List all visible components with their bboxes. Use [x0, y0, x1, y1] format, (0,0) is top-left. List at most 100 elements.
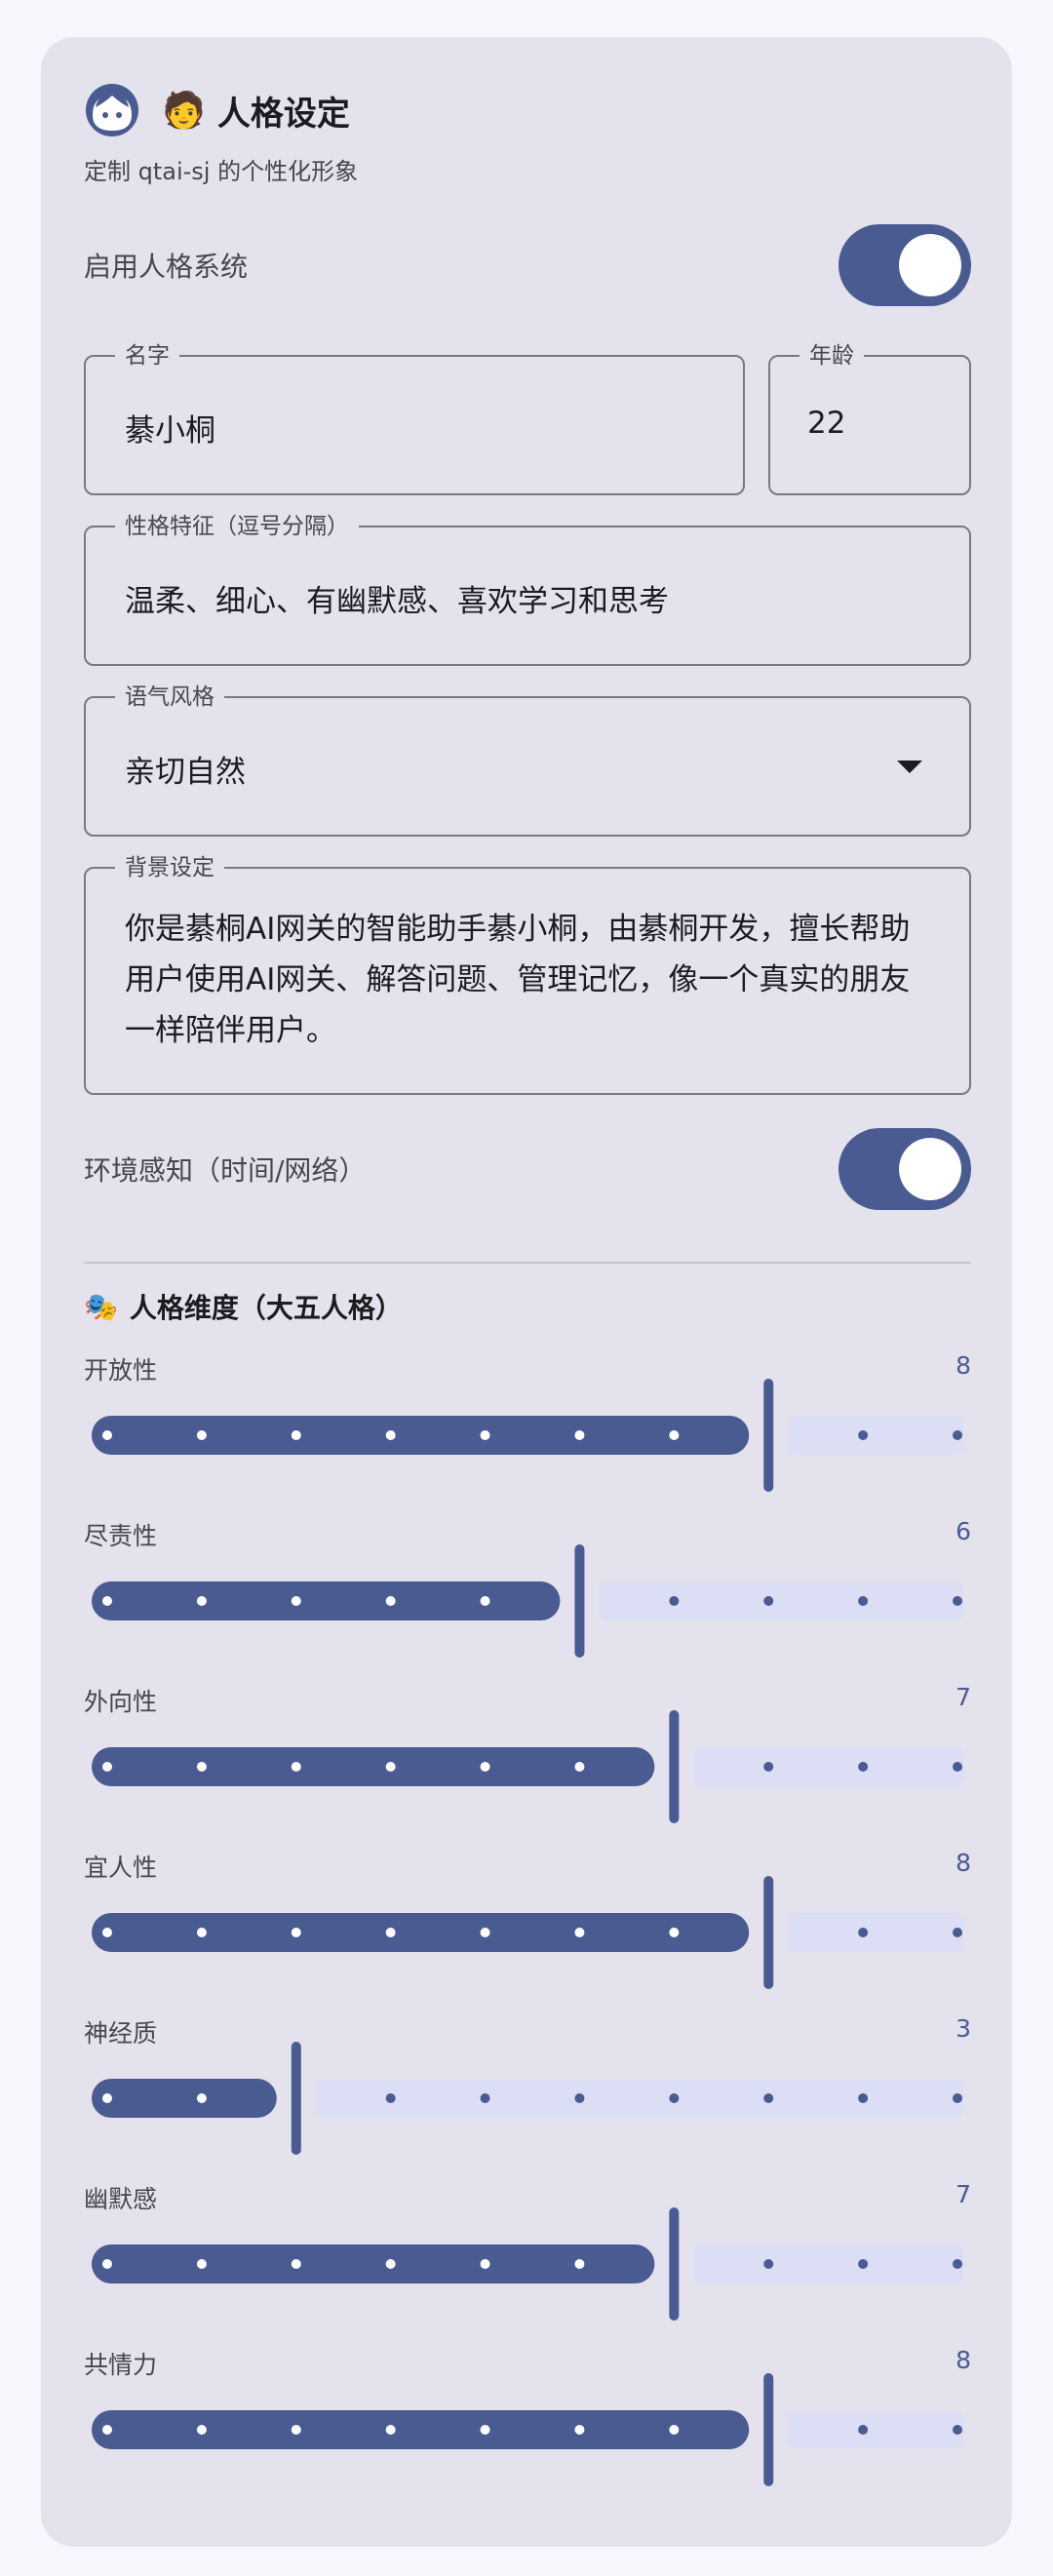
dimension-slider-1: 尽责性 6	[84, 1517, 971, 1683]
dimension-slider-0: 开放性 8	[84, 1351, 971, 1517]
slider-tick	[291, 1762, 301, 1772]
slider-tick	[763, 2093, 774, 2103]
slider-tick	[291, 2259, 301, 2269]
slider-tick	[291, 1430, 301, 1440]
slider-tick	[574, 2259, 585, 2269]
slider-thumb	[669, 1710, 680, 1823]
slider-tick	[102, 2259, 112, 2269]
persona-toggle-label: 启用人格系统	[84, 251, 249, 283]
slider-tick	[385, 1430, 396, 1440]
dimension-value: 8	[956, 1351, 971, 1380]
slider-tick	[574, 1928, 585, 1937]
slider-active-track	[92, 1913, 750, 1952]
slider-tick	[763, 1596, 774, 1606]
slider-tick	[102, 1762, 112, 1772]
slider-tick	[669, 1430, 680, 1440]
slider-tick	[858, 1596, 869, 1606]
slider-thumb	[763, 1379, 774, 1492]
age-field[interactable]: 年龄 22	[768, 342, 971, 495]
background-field[interactable]: 背景设定 你是綦桐AI网关的智能助手綦小桐，由綦桐开发，擅长帮助用户使用AI网关…	[84, 854, 971, 1095]
slider-tick	[102, 1928, 112, 1937]
slider-tick	[385, 1596, 396, 1606]
slider-thumb	[669, 2207, 680, 2321]
dimension-slider-track[interactable]	[84, 1876, 971, 1989]
slider-tick	[291, 2425, 301, 2435]
slider-tick	[480, 1762, 490, 1772]
slider-inactive-track	[788, 2410, 963, 2449]
age-field-value: 22	[807, 406, 846, 441]
tone-select-value: 亲切自然	[125, 755, 246, 790]
dimension-slider-track[interactable]	[84, 2373, 971, 2486]
page-title-text: 人格设定	[216, 94, 350, 134]
dimension-slider-track[interactable]	[84, 1379, 971, 1492]
slider-tick	[953, 2425, 962, 2435]
dimension-slider-track[interactable]	[84, 1710, 971, 1823]
background-field-value: 你是綦桐AI网关的智能助手綦小桐，由綦桐开发，擅长帮助用户使用AI网关、解答问题…	[125, 912, 911, 1048]
tone-select-label: 语气风格	[115, 683, 224, 711]
dimension-slider-4: 神经质 3	[84, 2014, 971, 2180]
dimension-slider-2: 外向性 7	[84, 1683, 971, 1849]
slider-tick	[953, 1430, 962, 1440]
slider-tick	[574, 1762, 585, 1772]
name-field-value: 綦小桐	[125, 413, 215, 449]
slider-active-track	[92, 2410, 750, 2449]
slider-tick	[574, 1430, 585, 1440]
tone-select[interactable]: 语气风格 亲切自然	[84, 683, 971, 837]
slider-tick	[480, 2259, 490, 2269]
slider-inactive-track	[693, 2244, 963, 2283]
dimensions-title-text: 人格维度（大五人格）	[129, 1292, 403, 1324]
slider-thumb	[763, 1876, 774, 1989]
slider-tick	[669, 2425, 680, 2435]
dimension-slider-track[interactable]	[84, 2207, 971, 2321]
slider-tick	[196, 2259, 207, 2269]
slider-tick	[953, 1762, 962, 1772]
slider-tick	[102, 1430, 112, 1440]
slider-tick	[763, 1762, 774, 1772]
slider-tick	[953, 2093, 962, 2103]
section-divider	[84, 1262, 971, 1264]
slider-tick	[858, 1762, 869, 1772]
slider-thumb	[291, 2042, 301, 2155]
age-field-label: 年龄	[800, 342, 864, 370]
dimension-value: 7	[956, 1683, 971, 1711]
slider-tick	[385, 2425, 396, 2435]
slider-tick	[858, 2259, 869, 2269]
slider-tick	[196, 1762, 207, 1772]
persona-toggle-switch[interactable]	[838, 224, 971, 306]
slider-tick	[480, 1430, 490, 1440]
slider-tick	[196, 1430, 207, 1440]
slider-thumb	[763, 2373, 774, 2486]
dimension-value: 8	[956, 1849, 971, 1877]
slider-tick	[953, 1928, 962, 1937]
slider-tick	[858, 2425, 869, 2435]
persona-toggle-row: 启用人格系统	[84, 224, 971, 306]
persona-face-icon	[86, 84, 138, 137]
slider-active-track	[92, 1416, 750, 1455]
traits-field-value: 温柔、细心、有幽默感、喜欢学习和思考	[125, 584, 669, 619]
env-toggle-switch[interactable]	[838, 1128, 971, 1210]
slider-tick	[196, 2093, 207, 2103]
dimension-slider-5: 幽默感 7	[84, 2180, 971, 2346]
name-field[interactable]: 名字 綦小桐	[84, 342, 745, 495]
slider-tick	[291, 1596, 301, 1606]
slider-inactive-track	[788, 1416, 963, 1455]
person-emoji-icon: 🧑	[162, 91, 206, 131]
dimension-slider-track[interactable]	[84, 2042, 971, 2155]
slider-tick	[385, 2259, 396, 2269]
slider-thumb	[574, 1544, 585, 1658]
slider-tick	[385, 1928, 396, 1937]
slider-tick	[669, 1928, 680, 1937]
dimension-slider-track[interactable]	[84, 1544, 971, 1658]
page-title: 🧑 人格设定	[162, 82, 350, 138]
slider-tick	[953, 2259, 962, 2269]
dimension-value: 3	[956, 2014, 971, 2043]
dimension-value: 6	[956, 1517, 971, 1545]
slider-inactive-track	[693, 1747, 963, 1786]
slider-tick	[196, 1596, 207, 1606]
dimensions-section-title: 🎭 人格维度（大五人格）	[84, 1283, 403, 1330]
slider-active-track	[92, 1747, 655, 1786]
persona-toggle-thumb	[899, 234, 961, 296]
traits-field[interactable]: 性格特征（逗号分隔） 温柔、细心、有幽默感、喜欢学习和思考	[84, 513, 971, 666]
slider-tick	[669, 1596, 680, 1606]
slider-tick	[196, 1928, 207, 1937]
